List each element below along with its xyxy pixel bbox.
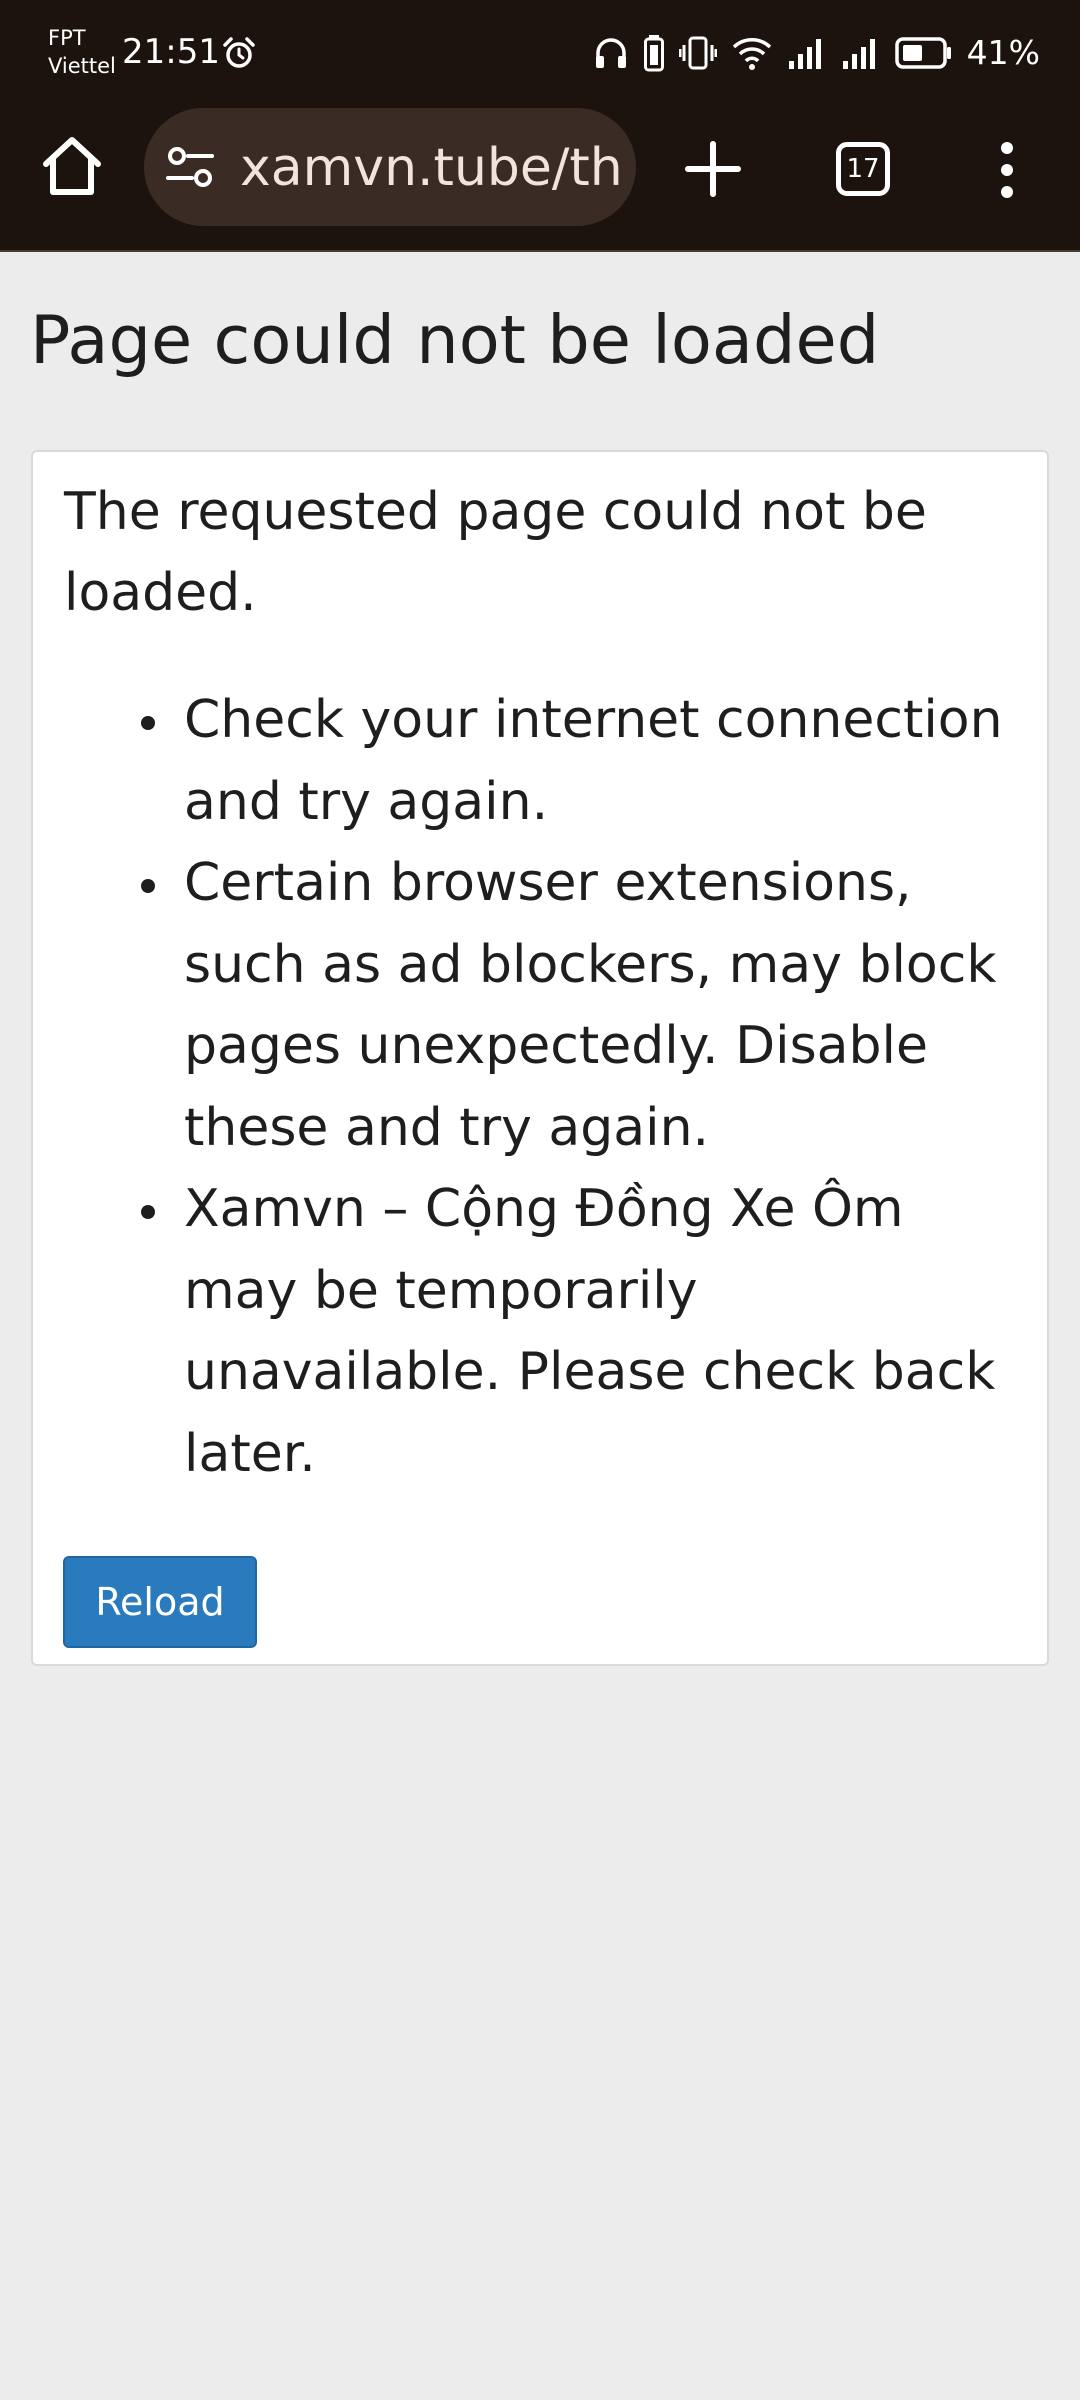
status-bar: FPT Viettel 21:51 41% (0, 0, 1080, 104)
tab-switcher-button[interactable]: 17 (836, 142, 890, 196)
error-message: The requested page could not be loaded. (64, 482, 927, 623)
battery-saver-icon (643, 35, 664, 72)
signal-icon (788, 39, 821, 69)
status-icons: 41% (593, 30, 1040, 76)
browser-toolbar: xamvn.tube/th 17 (0, 104, 1080, 252)
reload-button[interactable]: Reload (63, 1556, 257, 1648)
site-settings-icon[interactable] (166, 146, 214, 190)
carrier-line-1: FPT (48, 26, 86, 50)
tip-site-unavailable: Xamvn – Cộng Đồng Xe Ôm may be temporari… (33, 1169, 1024, 1495)
more-vert-icon[interactable] (980, 140, 1034, 200)
tab-count: 17 (846, 154, 880, 184)
tip-browser-extensions: Certain browser extensions, such as ad b… (33, 843, 1024, 1169)
url-bar[interactable]: xamvn.tube/th (144, 108, 636, 226)
wifi-icon (732, 38, 771, 70)
battery-percent: 41% (966, 33, 1040, 72)
error-card: The requested page could not be loaded. … (31, 450, 1049, 1666)
tips-list: Check your internet connection and try a… (33, 680, 1024, 1495)
clock: 21:51 (122, 32, 220, 72)
page-title: Page could not be loaded (30, 301, 880, 379)
home-icon[interactable] (36, 130, 108, 202)
url-text[interactable]: xamvn.tube/th (240, 138, 620, 198)
battery-icon (894, 37, 951, 69)
carrier-line-2: Viettel (48, 54, 116, 78)
alarm-icon (223, 37, 255, 68)
signal-icon (842, 39, 875, 69)
plus-icon[interactable] (678, 134, 748, 204)
vibrate-icon (678, 36, 717, 70)
tip-check-connection: Check your internet connection and try a… (33, 680, 1024, 843)
carrier-label: FPT Viettel (48, 24, 116, 80)
headphones-icon (595, 38, 626, 68)
